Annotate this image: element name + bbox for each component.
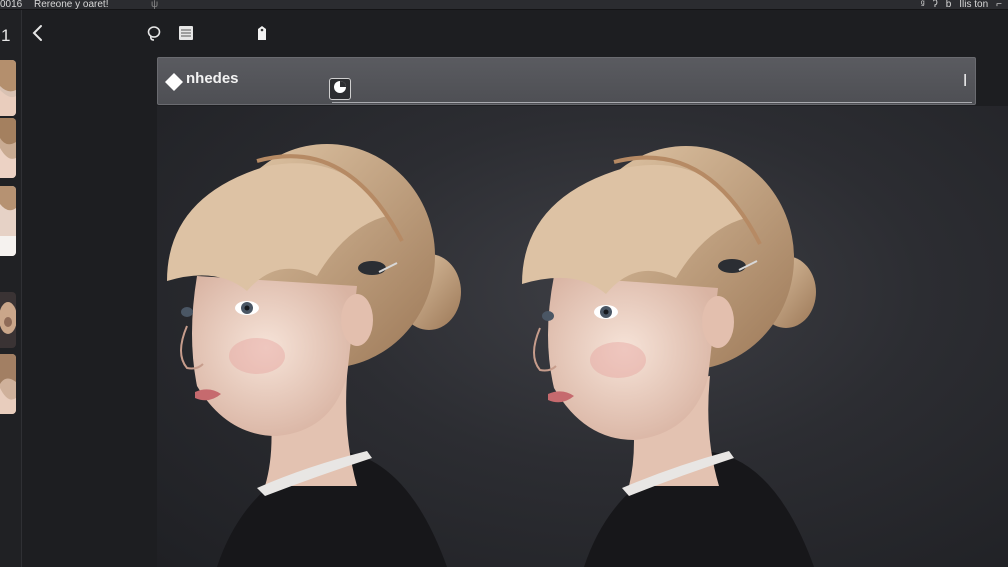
- window-title: Rereone y oaret!: [34, 0, 109, 10]
- diamond-icon: [164, 72, 184, 97]
- tray-item[interactable]: ⌐: [996, 0, 1002, 10]
- circle-icon: [333, 80, 347, 99]
- tag-tool-button[interactable]: [252, 24, 272, 46]
- thumbnail[interactable]: [0, 354, 16, 414]
- thumbnail[interactable]: [0, 292, 16, 348]
- layers-icon: [177, 24, 195, 47]
- end-marker[interactable]: l: [963, 71, 967, 91]
- lasso-icon: [146, 24, 162, 47]
- lasso-tool-button[interactable]: [144, 24, 164, 46]
- thumbnail[interactable]: [0, 60, 16, 116]
- page-number: 1: [1, 26, 11, 45]
- toggle-button[interactable]: [329, 78, 351, 100]
- filter-bar[interactable]: nhedes l: [157, 57, 976, 105]
- tray-item[interactable]: Ilis ton: [959, 0, 988, 10]
- system-tray: ᵍ ʔ b Ilis ton ⌐: [921, 0, 1002, 10]
- tray-item[interactable]: ʔ: [933, 0, 938, 10]
- portrait-image-left: [157, 106, 477, 567]
- filter-label: nhedes: [186, 70, 239, 87]
- layers-tool-button[interactable]: [176, 24, 196, 46]
- title-mark: ψ: [151, 0, 159, 10]
- image-canvas[interactable]: [157, 106, 1008, 567]
- tag-icon: [255, 24, 269, 47]
- toolbar: [22, 10, 1008, 56]
- thumbnail[interactable]: [0, 118, 16, 178]
- chevron-left-icon: [31, 24, 45, 47]
- system-bar: 0016 Rereone y oaret! ψ ᵍ ʔ b Ilis ton ⌐: [0, 0, 1008, 10]
- app-number: 0016: [0, 0, 23, 10]
- back-button[interactable]: [28, 24, 48, 46]
- thumbnail-strip: 1: [0, 10, 22, 567]
- tray-item[interactable]: b: [946, 0, 952, 10]
- portrait-image-right: [514, 106, 834, 567]
- tray-item[interactable]: ᵍ: [921, 0, 925, 10]
- thumbnail[interactable]: [0, 186, 16, 256]
- divider: [332, 102, 972, 103]
